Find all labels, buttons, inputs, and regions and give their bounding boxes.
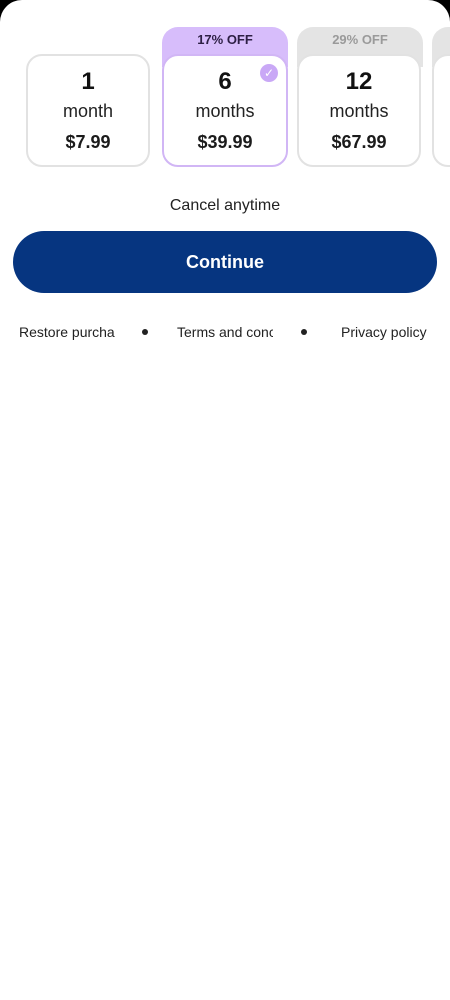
plan-card[interactable]: 1 month $7.99 <box>26 54 150 167</box>
plan-carousel[interactable]: 1 month $7.99 17% OFF ✓ 6 months $39.99 … <box>0 0 450 175</box>
footer-links: Restore purchas Terms and conc Privacy p… <box>0 322 450 344</box>
privacy-policy-link[interactable]: Privacy policy <box>341 324 441 340</box>
plan-number: 6 <box>218 68 232 95</box>
plan-card[interactable]: 12 months $67.99 <box>297 54 421 167</box>
plan-price: $67.99 <box>331 132 387 152</box>
plan-12-months[interactable]: 29% OFF 12 months $67.99 <box>297 0 425 170</box>
separator-dot <box>301 329 307 335</box>
plan-price: $39.99 <box>197 132 253 152</box>
plan-number: 12 <box>345 68 373 95</box>
plan-unit: months <box>195 101 255 121</box>
plan-next-partial[interactable] <box>432 0 450 170</box>
terms-link[interactable]: Terms and conc <box>177 324 273 340</box>
separator-dot <box>142 329 148 335</box>
cancel-anytime-text: Cancel anytime <box>169 197 281 214</box>
restore-purchases-link[interactable]: Restore purchas <box>19 324 115 340</box>
plan-1-month[interactable]: 1 month $7.99 <box>26 0 154 170</box>
plan-unit: months <box>329 101 389 121</box>
plan-price: $7.99 <box>65 132 111 152</box>
plan-card[interactable] <box>432 54 450 167</box>
plan-card[interactable]: ✓ 6 months $39.99 <box>162 54 288 167</box>
plan-unit: month <box>62 101 114 121</box>
plan-6-months[interactable]: 17% OFF ✓ 6 months $39.99 <box>162 0 290 170</box>
continue-button[interactable]: Continue <box>13 231 437 293</box>
plan-number: 1 <box>81 68 95 95</box>
bottom-sheet: 1 month $7.99 17% OFF ✓ 6 months $39.99 … <box>0 0 450 1000</box>
